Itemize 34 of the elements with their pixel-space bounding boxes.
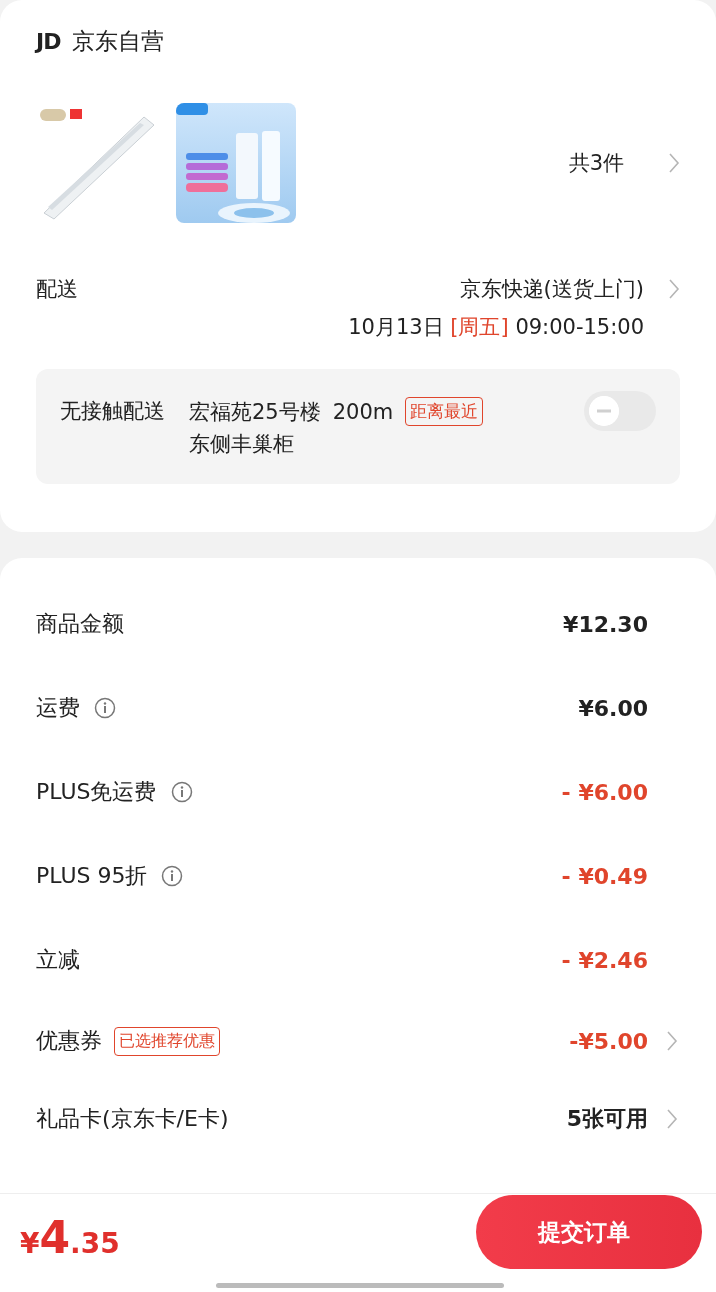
delivery-label: 配送 [36, 276, 78, 303]
fee-label: PLUS免运费 [36, 778, 157, 806]
distance: 200m [332, 399, 394, 424]
logo: JD [36, 29, 61, 54]
fee-label: 运费 [36, 694, 80, 722]
nearest-tag: 距离最近 [405, 397, 484, 426]
fee-label: 商品金额 [36, 610, 124, 638]
fee-amount[interactable]: 5张可用 [566, 1104, 648, 1134]
info-icon[interactable] [170, 781, 193, 803]
chevron-icon [668, 278, 680, 300]
chevron-icon [668, 152, 680, 174]
delivery-method[interactable]: 京东快递(送货上门) [459, 275, 644, 303]
submit-order-button[interactable]: 提交订单 [476, 1195, 702, 1269]
fee-amount: - ¥0.49 [561, 863, 648, 889]
contactless-label: 无接触配送 [60, 398, 165, 425]
info-icon[interactable] [94, 697, 116, 719]
fee-label: 优惠券 [36, 1027, 102, 1055]
fee-amount: - ¥2.46 [561, 947, 648, 973]
info-icon[interactable] [161, 865, 184, 887]
fee-amount[interactable]: -¥5.00 [569, 1028, 648, 1054]
fee-label: 礼品卡(京东卡/E卡) [36, 1105, 229, 1133]
coupon-tag: 已选推荐优惠 [114, 1026, 220, 1056]
item-count[interactable]: 共3件 [568, 149, 624, 177]
locker-address: 宏福苑25号楼 [189, 398, 321, 426]
toggle-switch[interactable] [584, 391, 656, 431]
fee-amount: ¥12.30 [563, 611, 648, 637]
shop-name: 京东自营 [72, 27, 165, 56]
fee-label: 立减 [36, 946, 80, 974]
delivery-time: 10月13日 [周五] 09:00-15:00 [348, 314, 644, 341]
fee-amount: - ¥6.00 [561, 779, 648, 805]
fee-label: PLUS 95折 [36, 862, 148, 890]
total-price: ¥4.35 [20, 1211, 120, 1263]
locker-address: 东侧丰巢柜 [189, 431, 295, 458]
fee-amount: ¥6.00 [578, 695, 648, 721]
